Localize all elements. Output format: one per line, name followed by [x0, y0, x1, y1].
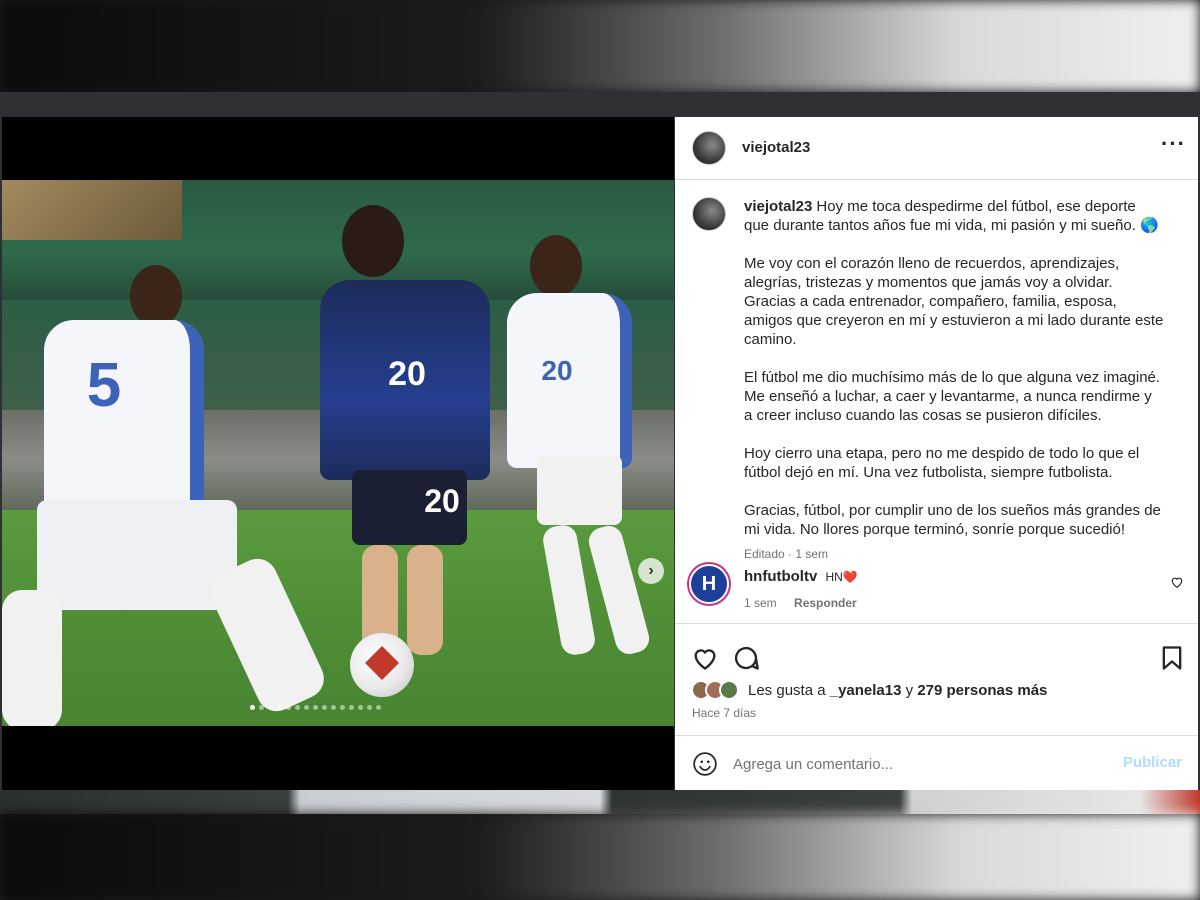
carousel-dot	[331, 705, 336, 710]
caption-paragraph: Me voy con el corazón lleno de recuerdos…	[744, 255, 1164, 348]
emoji-icon[interactable]	[692, 751, 718, 777]
carousel-dot	[295, 705, 300, 710]
carousel-indicators	[250, 705, 430, 711]
next-image-button[interactable]: ›	[638, 558, 664, 584]
comment-line: hnfutboltv HN❤️	[744, 568, 858, 585]
player-number: 20	[388, 355, 426, 393]
caption-area: viejotal23 Hoy me toca despedirme del fút…	[675, 181, 1198, 621]
author-username[interactable]: viejotal23	[742, 139, 810, 156]
save-bookmark-icon[interactable]	[1158, 644, 1186, 672]
player-number: 20	[541, 355, 573, 386]
carousel-dot	[376, 705, 381, 710]
carousel-dot	[259, 705, 264, 710]
publish-button[interactable]: Publicar	[1123, 754, 1182, 771]
caption-meta: Editado · 1 sem	[744, 547, 829, 561]
carousel-dot	[322, 705, 327, 710]
caption-username[interactable]: viejotal23	[744, 198, 812, 215]
soccer-ball	[350, 633, 414, 697]
player-number: 20	[424, 483, 460, 519]
commenter-avatar[interactable]: H	[689, 564, 729, 604]
carousel-dot	[250, 705, 255, 710]
caption-paragraph: El fútbol me dio muchísimo más de lo que…	[744, 369, 1161, 424]
caption: viejotal23 Hoy me toca despedirme del fút…	[744, 197, 1164, 564]
likes-prefix: Les gusta a	[748, 682, 830, 699]
stadium-roof	[2, 180, 182, 240]
author-avatar[interactable]	[692, 131, 726, 165]
comment-text: HN❤️	[825, 570, 858, 584]
like-icon[interactable]	[691, 644, 719, 672]
comment-icon[interactable]	[732, 644, 760, 672]
more-icon[interactable]: ···	[1161, 133, 1186, 155]
caption-paragraph: Hoy cierro una etapa, pero no me despido…	[744, 445, 1140, 481]
post-side-panel: viejotal23 ··· viejotal23 Hoy me toca des…	[675, 117, 1198, 790]
carousel-dot	[304, 705, 309, 710]
comment-meta: 1 sem Responder	[744, 596, 857, 610]
caption-avatar[interactable]	[692, 197, 726, 231]
likes-user[interactable]: _yanela13	[830, 682, 902, 699]
caption-paragraph: Gracias, fútbol, por cumplir uno de los …	[744, 502, 1161, 538]
carousel-dot	[349, 705, 354, 710]
carousel-dot	[340, 705, 345, 710]
background-top	[0, 0, 1200, 92]
player-number: 5	[86, 351, 122, 420]
post-media: 5 20 20 20 ›	[2, 117, 674, 790]
player-white-left: 5	[2, 265, 332, 726]
reply-link[interactable]: Responder	[794, 596, 857, 610]
comment-like-icon[interactable]	[1170, 575, 1184, 589]
comment-time: 1 sem	[744, 596, 777, 610]
add-comment-bar: Publicar	[675, 735, 1198, 790]
carousel-dot	[286, 705, 291, 710]
liker-avatar	[719, 680, 739, 700]
post-date: Hace 7 días	[692, 706, 757, 720]
likes-middle: y	[901, 682, 918, 699]
post-header: viejotal23 ···	[675, 117, 1198, 180]
carousel-dot	[358, 705, 363, 710]
likes-line: Les gusta a _yanela13 y 279 personas más	[748, 682, 1047, 699]
carousel-dot	[268, 705, 273, 710]
comment-input[interactable]	[733, 753, 1113, 775]
commenter-username[interactable]: hnfutboltv	[744, 568, 817, 585]
carousel-dot	[277, 705, 282, 710]
post-photo: 5 20 20 20	[2, 180, 674, 726]
likes-count[interactable]: 279 personas más	[917, 682, 1047, 699]
background-bottom	[0, 814, 1200, 900]
carousel-dot	[367, 705, 372, 710]
carousel-dot	[313, 705, 318, 710]
player-white-right: 20	[492, 235, 672, 675]
commenter-avatar-letter: H	[701, 572, 717, 595]
background-strip	[0, 790, 1200, 814]
